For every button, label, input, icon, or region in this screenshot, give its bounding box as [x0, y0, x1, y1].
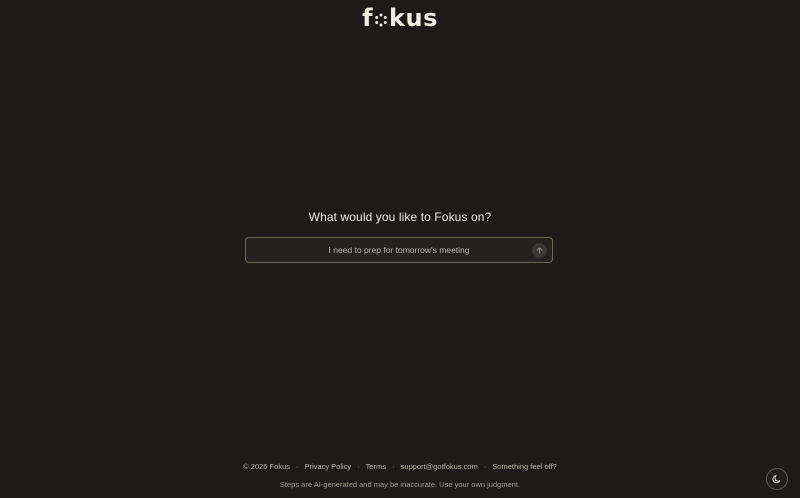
- footer-separator: ·: [392, 462, 395, 471]
- focus-prompt-heading: What would you like to Fokus on?: [308, 210, 492, 224]
- submit-button[interactable]: [532, 243, 547, 258]
- arrow-up-icon: [536, 247, 543, 254]
- logo-letter-f: f: [362, 4, 374, 32]
- fokus-logo[interactable]: f kus: [0, 4, 800, 32]
- support-email-link[interactable]: support@gotfokus.com: [401, 462, 478, 471]
- ai-disclaimer: Steps are AI-generated and may be inaccu…: [279, 480, 521, 489]
- logo-letters-kus: kus: [389, 4, 438, 32]
- footer-links: © 2026 Fokus · Privacy Policy · Terms · suppor…: [0, 462, 800, 471]
- terms-link[interactable]: Terms: [366, 462, 386, 471]
- focus-input[interactable]: [246, 238, 552, 262]
- footer-separator: ·: [295, 462, 299, 471]
- moon-icon: [772, 475, 781, 484]
- footer-separator: ·: [483, 462, 487, 471]
- logo-dots-icon: [374, 13, 388, 27]
- theme-toggle-button[interactable]: [766, 468, 788, 490]
- privacy-policy-link[interactable]: Privacy Policy: [304, 462, 351, 471]
- footer-separator: ·: [357, 462, 360, 471]
- feedback-link[interactable]: Something feel off?: [492, 462, 557, 471]
- copyright-text: © 2026 Fokus: [243, 462, 290, 471]
- focus-input-container: [245, 237, 553, 263]
